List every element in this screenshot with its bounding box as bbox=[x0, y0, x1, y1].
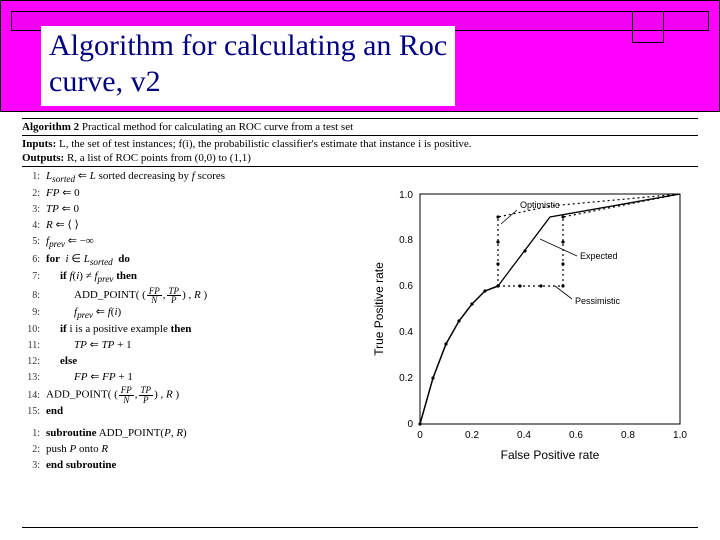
header-decor-square bbox=[632, 11, 664, 43]
data-points bbox=[418, 215, 564, 425]
title-line2: curve, v2 bbox=[49, 65, 161, 98]
x-axis-label: False Positive rate bbox=[501, 448, 600, 462]
ann-optimistic: Optimistic bbox=[520, 200, 560, 210]
svg-text:0.4: 0.4 bbox=[399, 327, 413, 338]
svg-text:0.4: 0.4 bbox=[517, 430, 531, 441]
svg-text:0.8: 0.8 bbox=[399, 235, 413, 246]
rule-mid1 bbox=[22, 135, 698, 136]
series-common bbox=[420, 286, 498, 424]
svg-text:0.6: 0.6 bbox=[569, 430, 583, 441]
y-ticks: 0 0.2 0.4 0.6 0.8 1.0 bbox=[399, 190, 413, 430]
algorithm-label: Algorithm 2 bbox=[22, 121, 79, 133]
x-ticks: 0 0.2 0.4 0.6 0.8 1.0 bbox=[417, 430, 687, 441]
svg-text:0: 0 bbox=[417, 430, 423, 441]
ann-optimistic-leader bbox=[501, 210, 517, 224]
rule-top bbox=[22, 118, 698, 119]
ann-pessimistic: Pessimistic bbox=[575, 296, 621, 306]
inputs-text: L, the set of test instances; f(i), the … bbox=[59, 138, 472, 150]
outputs-text: R, a list of ROC points from (0,0) to (1… bbox=[67, 152, 251, 164]
svg-text:0.6: 0.6 bbox=[399, 281, 413, 292]
y-axis-label: True Positive rate bbox=[372, 262, 386, 356]
svg-text:1.0: 1.0 bbox=[673, 430, 687, 441]
rule-mid2 bbox=[22, 166, 698, 167]
svg-text:0.2: 0.2 bbox=[465, 430, 479, 441]
slide-header: Algorithm for calculating an Roc curve, … bbox=[0, 0, 720, 112]
rule-bottom bbox=[22, 527, 698, 528]
algorithm-caption: Algorithm 2 Practical method for calcula… bbox=[22, 121, 698, 133]
roc-chart-svg: 0 0.2 0.4 0.6 0.8 1.0 0 0.2 0.4 0.6 0.8 … bbox=[365, 184, 715, 474]
svg-text:0.8: 0.8 bbox=[621, 430, 635, 441]
title-line1: Algorithm for calculating an Roc bbox=[49, 29, 447, 62]
ann-expected: Expected bbox=[580, 251, 618, 261]
ann-pessimistic-leader bbox=[555, 286, 572, 299]
svg-text:0: 0 bbox=[407, 419, 413, 430]
slide-body: Algorithm 2 Practical method for calcula… bbox=[0, 112, 720, 474]
svg-text:1.0: 1.0 bbox=[399, 190, 413, 201]
svg-text:0.2: 0.2 bbox=[399, 373, 413, 384]
outputs-line: Outputs: R, a list of ROC points from (0… bbox=[22, 152, 698, 164]
roc-chart: 0 0.2 0.4 0.6 0.8 1.0 0 0.2 0.4 0.6 0.8 … bbox=[365, 184, 715, 474]
plot-border bbox=[420, 194, 680, 424]
inputs-line: Inputs: L, the set of test instances; f(… bbox=[22, 138, 698, 150]
ann-expected-leader bbox=[540, 239, 577, 256]
slide-title: Algorithm for calculating an Roc curve, … bbox=[41, 26, 455, 106]
algorithm-caption-text: Practical method for calculating an ROC … bbox=[82, 121, 353, 133]
